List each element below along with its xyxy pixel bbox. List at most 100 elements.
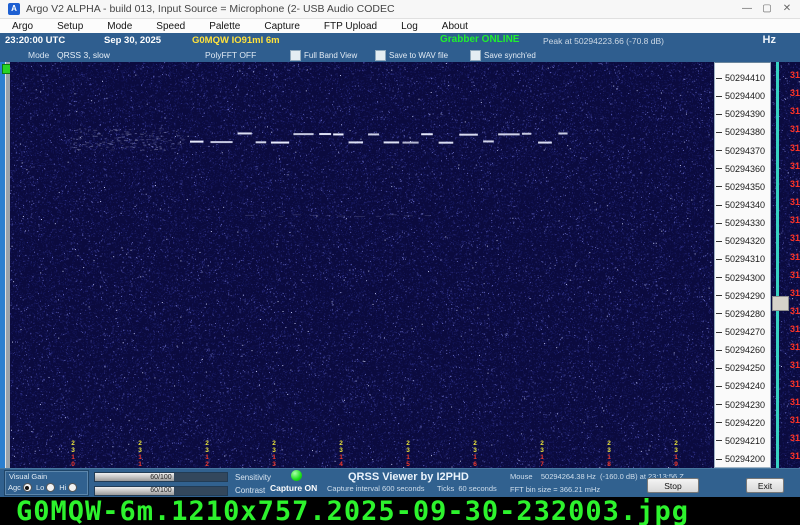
freq-label: 50294350 <box>725 182 765 192</box>
capture-on-label[interactable]: Capture ON <box>270 483 317 493</box>
radio-label: Agc <box>8 483 21 492</box>
freq-label: 50294370 <box>725 146 765 156</box>
tick-mark <box>716 223 722 224</box>
freq-label: 50294240 <box>725 381 765 391</box>
tick-mark <box>716 78 722 79</box>
left-frequency-slider[interactable] <box>0 62 10 468</box>
waterfall-canvas[interactable] <box>10 62 713 468</box>
menu-item-palette[interactable]: Palette <box>197 21 252 32</box>
radio-circle[interactable] <box>23 483 32 492</box>
grabber-filename: G0MQW-6m.1210x757.2025-09-30-232003.jpg <box>16 496 689 525</box>
freq-label: 50294250 <box>725 363 765 373</box>
freq-label: 50294260 <box>725 345 765 355</box>
tick-minute: 11 <box>137 454 144 468</box>
freq-scale-row: 50294360 <box>715 160 770 178</box>
freq-scale-row: 50294200 <box>715 450 770 468</box>
time-tick-2311: 2311 <box>136 440 143 467</box>
tick-minute: 17 <box>539 454 546 468</box>
right-scrollbar-thumb[interactable] <box>772 296 789 311</box>
clipped-freq-label-fragment: 31 <box>790 143 800 153</box>
freq-label: 50294230 <box>725 400 765 410</box>
grabber-status: Grabber ONLINE <box>440 34 519 45</box>
minimize-icon[interactable]: — <box>738 2 756 16</box>
freq-scale-row: 50294350 <box>715 178 770 196</box>
radio-circle[interactable] <box>68 483 77 492</box>
menu-item-ftp-upload[interactable]: FTP Upload <box>312 21 389 32</box>
visual-gain-group: Visual Gain Agc Lo Hi <box>4 470 89 496</box>
radio-hi[interactable]: Hi <box>59 483 77 492</box>
title-bar: A Argo V2 ALPHA - build 013, Input Sourc… <box>0 0 800 19</box>
radio-circle[interactable] <box>46 483 55 492</box>
menu-item-capture[interactable]: Capture <box>252 21 312 32</box>
clipped-freq-label-fragment: 31 <box>790 324 800 334</box>
tick-mark <box>716 422 722 423</box>
visual-gain-title: Visual Gain <box>9 472 47 481</box>
menu-item-mode[interactable]: Mode <box>95 21 144 32</box>
contrast-slider[interactable]: 60/100 <box>94 486 228 496</box>
menu-item-about[interactable]: About <box>430 21 480 32</box>
freq-scale-row: 50294310 <box>715 250 770 268</box>
tick-mark <box>716 459 722 460</box>
freq-label: 50294360 <box>725 164 765 174</box>
sensitivity-label: Sensitivity <box>235 473 271 482</box>
checkbox-label: Save synch'ed <box>484 51 536 60</box>
clipped-freq-label-fragment: 31 <box>790 433 800 443</box>
clipped-freq-label-fragment: 31 <box>790 179 800 189</box>
menu-item-log[interactable]: Log <box>389 21 430 32</box>
tick-minute: 12 <box>204 454 211 468</box>
freq-label: 50294380 <box>725 127 765 137</box>
tick-hour: 23 <box>539 440 546 454</box>
right-edge-strip: 3131313131313131313131313131313131313131… <box>772 62 800 468</box>
freq-label: 50294410 <box>725 73 765 83</box>
menu-item-speed[interactable]: Speed <box>144 21 197 32</box>
spectrogram-area: 2310231123122313231423152316231723182319… <box>0 62 800 497</box>
menu-item-argo[interactable]: Argo <box>0 21 45 32</box>
radio-label: Lo <box>36 483 44 492</box>
status-bar-top: 23:20:00 UTC Sep 30, 2025 G0MQW IO91ml 6… <box>0 33 800 47</box>
freq-scale-row: 50294320 <box>715 232 770 250</box>
clipped-freq-label-fragment: 31 <box>790 215 800 225</box>
capture-interval-label: Capture interval 600 seconds <box>327 484 425 493</box>
polyfft-status[interactable]: PolyFFT OFF <box>205 50 256 60</box>
mode-value: QRSS 3, slow <box>57 50 110 60</box>
tick-mark <box>716 114 722 115</box>
freq-label: 50294210 <box>725 436 765 446</box>
tick-minute: 15 <box>405 454 412 468</box>
right-scrollbar-track[interactable] <box>776 62 779 468</box>
checkbox-full-band-view[interactable] <box>290 50 301 61</box>
clipped-freq-label-fragment: 31 <box>790 342 800 352</box>
contrast-label: Contrast <box>235 486 265 495</box>
tick-hour: 23 <box>338 440 345 454</box>
clipped-freq-label-fragment: 31 <box>790 306 800 316</box>
sensitivity-slider[interactable]: 60/100 <box>94 472 228 482</box>
exit-button[interactable]: Exit <box>746 478 784 493</box>
time-tick-2318: 2318 <box>605 440 612 467</box>
peak-readout: Peak at 50294223.66 (-70.8 dB) <box>543 36 664 46</box>
stop-button[interactable]: Stop <box>647 478 699 493</box>
close-icon[interactable]: ✕ <box>778 2 796 16</box>
window-title: Argo V2 ALPHA - build 013, Input Source … <box>26 3 395 15</box>
time-tick-2315: 2315 <box>404 440 411 467</box>
radio-lo[interactable]: Lo <box>36 483 55 492</box>
clipped-freq-label-fragment: 31 <box>790 360 800 370</box>
tick-mark <box>716 368 722 369</box>
radio-agc[interactable]: Agc <box>8 483 32 492</box>
freq-label: 50294390 <box>725 109 765 119</box>
menu-item-setup[interactable]: Setup <box>45 21 95 32</box>
radio-label: Hi <box>59 483 66 492</box>
freq-scale-row: 50294270 <box>715 323 770 341</box>
tick-hour: 23 <box>405 440 412 454</box>
tick-hour: 23 <box>271 440 278 454</box>
tick-mark <box>716 241 722 242</box>
status-bar-mode: Mode QRSS 3, slow PolyFFT OFF Full Band … <box>0 47 800 62</box>
tick-hour: 23 <box>673 440 680 454</box>
tick-minute: 16 <box>472 454 479 468</box>
clipped-freq-label-fragment: 31 <box>790 379 800 389</box>
checkbox-save-synch-ed[interactable] <box>470 50 481 61</box>
freq-scale-row: 50294240 <box>715 377 770 395</box>
freq-label: 50294320 <box>725 236 765 246</box>
tick-mark <box>716 277 722 278</box>
clipped-freq-label-fragment: 31 <box>790 451 800 461</box>
checkbox-save-to-wav-file[interactable] <box>375 50 386 61</box>
maximize-icon[interactable]: ▢ <box>758 2 776 16</box>
